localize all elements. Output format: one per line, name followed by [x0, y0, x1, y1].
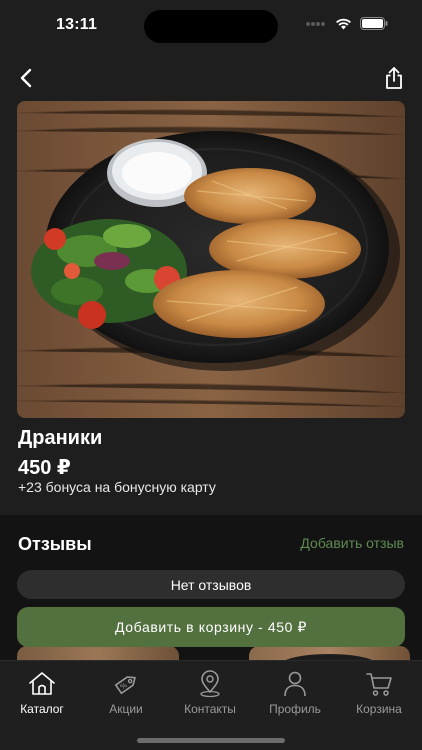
add-to-cart-label: Добавить в корзину - 450 ₽ — [115, 618, 307, 635]
tab-cart[interactable]: Корзина — [337, 670, 421, 716]
add-review-link[interactable]: Добавить отзыв — [300, 535, 404, 551]
home-indicator — [137, 738, 285, 743]
product-price: 450 ₽ — [18, 457, 71, 479]
tab-contacts[interactable]: Контакты — [168, 670, 252, 716]
share-icon — [386, 67, 402, 89]
home-icon — [29, 672, 55, 695]
product-photo — [17, 101, 405, 418]
tab-label: Каталог — [20, 702, 64, 716]
battery-icon — [360, 17, 388, 30]
share-button[interactable] — [380, 63, 408, 93]
cart-icon — [366, 673, 392, 696]
tab-profile[interactable]: Профиль — [253, 670, 337, 716]
map-pin-icon — [200, 670, 220, 698]
chevron-left-icon — [20, 68, 32, 88]
wifi-icon — [336, 18, 351, 29]
signal-dots-icon — [306, 21, 325, 26]
back-button[interactable] — [12, 64, 40, 92]
tab-promotions[interactable]: % Акции — [84, 670, 168, 716]
tab-label: Корзина — [356, 702, 402, 716]
user-icon — [284, 671, 306, 697]
tab-label: Акции — [109, 702, 143, 716]
no-reviews-label: Нет отзывов — [170, 576, 252, 593]
dynamic-island — [144, 10, 278, 43]
tag-icon: % — [114, 676, 136, 695]
nav-row — [0, 60, 422, 96]
bonus-text: +23 бонуса на бонусную карту — [18, 479, 216, 495]
status-icons — [305, 17, 388, 30]
tab-label: Профиль — [269, 702, 321, 716]
status-time: 13:11 — [56, 16, 98, 33]
tab-label: Контакты — [184, 702, 236, 716]
status-bar: 13:11 — [0, 0, 422, 52]
tab-catalog[interactable]: Каталог — [0, 670, 84, 716]
reviews-title: Отзывы — [18, 534, 92, 554]
no-reviews-pill: Нет отзывов — [17, 570, 405, 599]
add-to-cart-button[interactable]: Добавить в корзину - 450 ₽ — [17, 607, 405, 647]
product-title: Драники — [18, 427, 103, 449]
